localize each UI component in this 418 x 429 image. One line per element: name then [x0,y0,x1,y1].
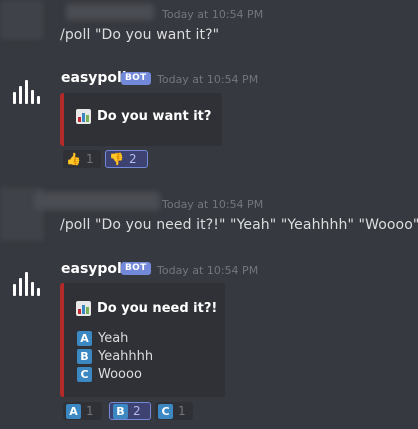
poll-option: B Yeahhhh [77,347,153,365]
thumbs-up-icon: 👍 [66,152,81,166]
letter-glyph: B [113,403,128,419]
poll-options: A Yeah B Yeahhhh C Woooo [77,329,153,383]
avatar-bar [18,278,22,296]
reaction-thumbs-down[interactable]: 👎 2 [105,150,148,168]
easypoll-avatar[interactable] [6,262,46,302]
avatar-bar [24,80,28,104]
embed-title-text: Do you want it? [97,109,212,124]
avatar-bar [36,288,40,296]
thumbs-down-icon: 👎 [109,152,124,166]
avatar-bar [30,282,34,296]
username[interactable]: easypoll [61,261,127,277]
reaction-count: 2 [133,404,141,418]
username-blurred[interactable] [66,4,154,20]
message-content: /poll "Do you want it?" [60,27,220,43]
embed-title: Do you want it? [76,109,211,124]
reaction-thumbs-up[interactable]: 👍 1 [63,150,101,168]
poll-option: A Yeah [77,329,153,347]
reaction-count: 2 [129,152,137,166]
option-text: Yeahhhh [98,348,154,364]
message-content: /poll "Do you need it?!" "Yeah" "Yeahhhh… [60,217,418,233]
reaction-count: 1 [178,404,186,418]
regional-a-icon: A [77,330,92,346]
avatar-bar [12,92,16,104]
bar-chart-icon [76,109,91,124]
letter-glyph: A [66,403,81,419]
poll-embed: Do you want it? [60,93,222,146]
poll-option: C Woooo [77,365,153,383]
avatar-bar [12,284,16,296]
user-avatar[interactable] [0,0,44,40]
embed-title-text: Do you need it?! [97,301,218,316]
reaction-count: 1 [86,152,94,166]
regional-c-icon: C [77,366,92,382]
reaction-regional-c[interactable]: C 1 [155,402,193,420]
regional-b-icon: B [77,348,92,364]
easypoll-avatar[interactable] [6,70,46,110]
letter-glyph: C [158,403,173,419]
username[interactable]: easypoll [61,70,127,86]
regional-a-icon: A [66,403,81,419]
bot-tag: BOT [121,72,151,85]
option-text: Woooo [98,366,142,382]
message-timestamp: Today at 10:54 PM [162,198,264,211]
message-timestamp: Today at 10:54 PM [157,73,259,86]
avatar-bar [30,90,34,104]
embed-title: Do you need it?! [76,301,217,316]
message-timestamp: Today at 10:54 PM [162,8,264,21]
bot-tag: BOT [121,262,151,275]
option-text: Yeah [98,330,129,346]
poll-embed: Do you need it?! A Yeah B Yeahhhh C Wooo… [60,283,225,397]
reaction-count: 1 [86,404,94,418]
avatar-bar [36,96,40,104]
reaction-regional-a[interactable]: A 1 [63,402,102,420]
reaction-regional-b[interactable]: B 2 [109,402,151,420]
avatar-bar [24,272,28,296]
avatar-bar [18,86,22,104]
regional-c-icon: C [158,403,173,419]
regional-b-icon: B [113,403,128,419]
username-blurred[interactable] [34,192,160,210]
bar-chart-icon [76,301,91,316]
message-timestamp: Today at 10:54 PM [157,264,259,277]
